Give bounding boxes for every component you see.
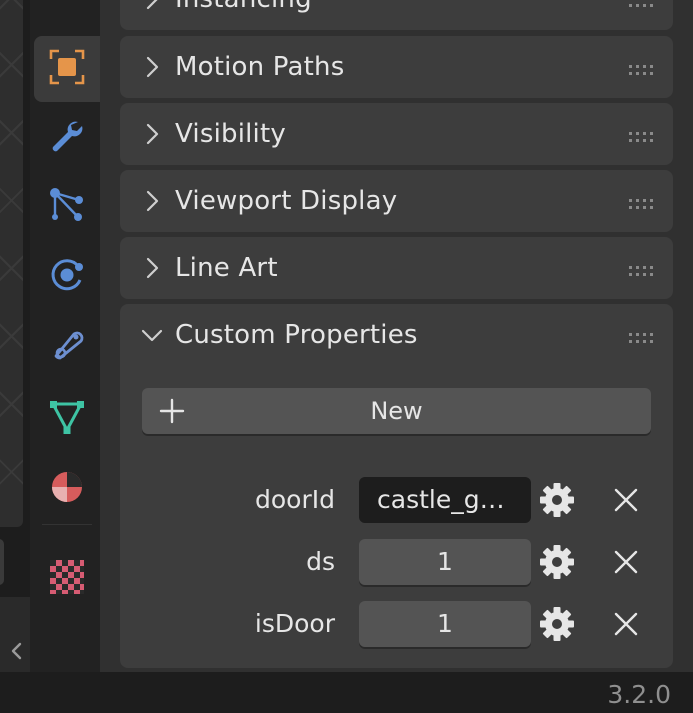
property-name: doorId [255,485,335,514]
tab-object[interactable] [34,36,100,102]
new-property-button[interactable]: New [142,388,651,434]
property-name: ds [306,547,335,576]
version-label: 3.2.0 [607,680,671,709]
status-bar: 3.2.0 [0,672,693,713]
panel-visibility[interactable]: Visibility [120,103,673,165]
custom-property-row: doorId castle_ga… [120,477,673,523]
panel-header[interactable]: Visibility [120,103,673,165]
tab-modifiers[interactable] [34,104,100,170]
tab-material[interactable] [34,456,100,522]
tab-texture[interactable] [34,546,100,612]
data-triangle-icon [48,398,86,440]
panel-title: Instancing [175,0,312,14]
panel-instancing[interactable]: Instancing [120,0,673,30]
drag-grip-icon[interactable] [629,329,655,343]
tab-separator [42,524,92,525]
close-icon[interactable] [612,610,640,638]
object-icon [48,48,86,90]
chevron-right-icon[interactable] [134,237,170,299]
tab-particles[interactable] [34,174,100,240]
panel-header[interactable]: Viewport Display [120,170,673,232]
particles-icon [48,186,86,228]
new-button-label: New [370,397,423,425]
gear-icon[interactable] [539,606,575,642]
property-name: isDoor [254,609,335,638]
material-icon [48,468,86,510]
gear-icon[interactable] [539,482,575,518]
panel-title: Motion Paths [175,52,345,82]
panel-header[interactable]: Custom Properties [120,304,673,366]
drag-grip-icon[interactable] [629,195,655,209]
property-value-number-field[interactable]: 1 [359,601,531,647]
panel-title: Visibility [175,119,286,149]
plus-icon [158,397,186,425]
panel-header[interactable]: Instancing [120,0,673,30]
chevron-right-icon[interactable] [134,0,170,30]
tab-physics[interactable] [34,244,100,310]
panel-title: Viewport Display [175,186,398,216]
gear-icon[interactable] [539,544,575,580]
drag-grip-icon[interactable] [629,0,655,7]
chevron-right-icon[interactable] [134,170,170,232]
panel-motion-paths[interactable]: Motion Paths [120,36,673,98]
panel-title: Line Art [175,253,278,283]
drag-grip-icon[interactable] [629,262,655,276]
panel-title: Custom Properties [175,320,418,350]
panel-header[interactable]: Motion Paths [120,36,673,98]
panel-line-art[interactable]: Line Art [120,237,673,299]
panel-custom-properties: Custom Properties New doorId castle_ga… [120,304,673,668]
custom-property-row: ds 1 [120,539,673,585]
wrench-modifier-icon [48,116,86,158]
viewport-edge[interactable] [0,0,23,527]
panel-header[interactable]: Line Art [120,237,673,299]
tab-object-data[interactable] [34,386,100,452]
chevron-left-icon[interactable] [6,640,28,662]
chevron-right-icon[interactable] [134,103,170,165]
custom-property-row: isDoor 1 [120,601,673,647]
chevron-right-icon[interactable] [134,36,170,98]
texture-checker-icon [48,558,86,600]
panel-viewport-display[interactable]: Viewport Display [120,170,673,232]
close-icon[interactable] [612,486,640,514]
tab-constraints[interactable] [34,314,100,380]
constraints-icon [48,326,86,368]
drag-grip-icon[interactable] [629,61,655,75]
drag-grip-icon[interactable] [629,128,655,142]
properties-editor: Instancing Motion Paths Visibility [100,0,693,672]
viewport-field-edge[interactable] [0,539,4,585]
properties-tab-column [30,0,100,672]
property-value-text-field[interactable]: castle_ga… [359,477,531,523]
chevron-down-icon[interactable] [134,304,170,366]
property-value-number-field[interactable]: 1 [359,539,531,585]
physics-icon [48,256,86,298]
close-icon[interactable] [612,548,640,576]
